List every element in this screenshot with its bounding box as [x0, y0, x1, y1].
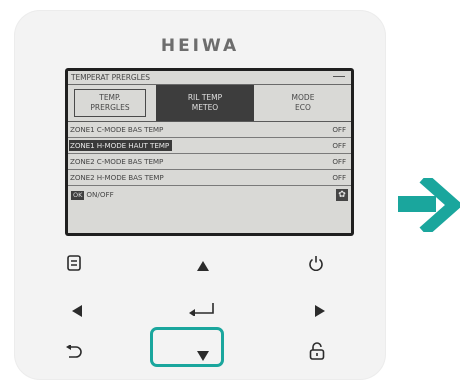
- tab-label: RIL TEMP METEO: [187, 93, 223, 112]
- unlock-button[interactable]: [303, 339, 331, 363]
- down-button-highlight: [150, 327, 224, 367]
- tab-temp-preregles[interactable]: TEMP. PRERGLES: [74, 89, 146, 117]
- enter-button[interactable]: [183, 297, 221, 321]
- ok-badge: OK: [71, 190, 85, 200]
- list-item[interactable]: ZONE2 H-MODE BAS TEMP OFF: [68, 170, 351, 186]
- up-button[interactable]: [189, 254, 217, 278]
- title-dash: [333, 76, 345, 77]
- settings-gear-icon: ✿: [336, 189, 348, 201]
- footer-label: ON/OFF: [86, 190, 114, 199]
- power-icon: [308, 255, 324, 271]
- back-icon: [66, 345, 82, 359]
- right-pointer-arrow-icon: [398, 173, 464, 237]
- lcd-screen: TEMPERAT PRERGLES TEMP. PRERGLES RIL TEM…: [68, 71, 351, 233]
- row-label: ZONE2 H-MODE BAS TEMP: [70, 173, 164, 182]
- tab-label: MODE ECO: [291, 93, 315, 112]
- row-label: ZONE2 C-MODE BAS TEMP: [70, 157, 164, 166]
- up-arrow-icon: [197, 261, 209, 271]
- row-value: OFF: [332, 125, 346, 134]
- lcd-bezel: TEMPERAT PRERGLES TEMP. PRERGLES RIL TEM…: [65, 68, 354, 236]
- settings-list: ZONE1 C-MODE BAS TEMP OFF ZONE1 H-MODE H…: [68, 122, 351, 186]
- left-arrow-icon: [72, 305, 82, 317]
- back-button[interactable]: [60, 340, 88, 364]
- left-button[interactable]: [63, 299, 91, 323]
- remote-controller: HEIWA TEMPERAT PRERGLES TEMP. PRERGLES R…: [14, 10, 386, 380]
- list-item[interactable]: ZONE1 C-MODE BAS TEMP OFF: [68, 122, 351, 138]
- power-button[interactable]: [302, 251, 330, 275]
- tab-ril-temp-meteo[interactable]: RIL TEMP METEO: [156, 85, 254, 121]
- lcd-title-text: TEMPERAT PRERGLES: [71, 73, 150, 82]
- row-value: OFF: [332, 173, 346, 182]
- lcd-title: TEMPERAT PRERGLES: [68, 71, 351, 85]
- lcd-tabs: TEMP. PRERGLES RIL TEMP METEO MODE ECO: [68, 85, 351, 122]
- list-item-selected[interactable]: ZONE1 H-MODE HAUT TEMP OFF: [68, 138, 351, 154]
- row-value: OFF: [332, 157, 346, 166]
- row-label: ZONE1 H-MODE HAUT TEMP: [69, 140, 173, 151]
- row-value: OFF: [332, 141, 346, 150]
- menu-icon: [67, 255, 81, 271]
- list-item[interactable]: ZONE2 C-MODE BAS TEMP OFF: [68, 154, 351, 170]
- right-arrow-icon: [315, 305, 325, 317]
- tab-label: TEMP. PRERGLES: [90, 93, 130, 112]
- right-button[interactable]: [306, 299, 334, 323]
- menu-button[interactable]: [60, 251, 88, 275]
- enter-icon: [189, 302, 215, 316]
- tab-mode-eco[interactable]: MODE ECO: [264, 89, 342, 117]
- lcd-footer: OK ON/OFF ✿: [68, 186, 351, 204]
- row-label: ZONE1 C-MODE BAS TEMP: [70, 125, 164, 134]
- unlock-icon: [309, 342, 325, 360]
- brand-logo: HEIWA: [160, 36, 240, 56]
